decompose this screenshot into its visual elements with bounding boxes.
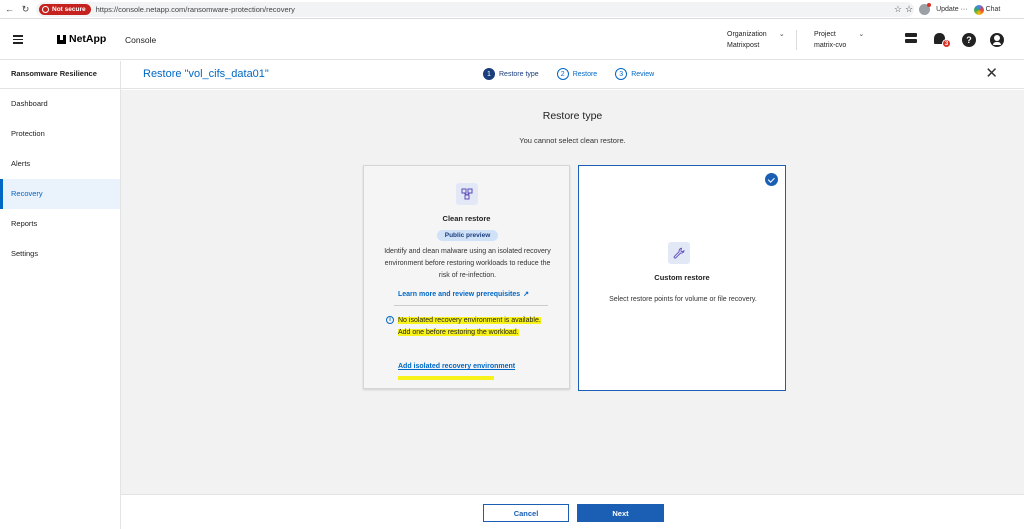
product-name: Console: [125, 35, 157, 45]
add-isolated-environment-link[interactable]: Add isolated recovery environment: [398, 363, 515, 370]
custom-restore-description: Select restore points for volume or file…: [609, 296, 757, 303]
no-environment-warning: No isolated recovery environment is avai…: [398, 315, 548, 339]
chat-label: Chat: [985, 6, 1001, 13]
learn-more-label: Learn more and review prerequisites: [398, 290, 521, 298]
app-header: NetApp Console Organization Matrixpost ⌄…: [0, 20, 1024, 60]
custom-restore-card[interactable]: Custom restore Select restore points for…: [578, 165, 786, 391]
external-link-icon: ↗: [523, 291, 530, 298]
notification-badge: 3: [942, 39, 951, 48]
back-icon[interactable]: ←: [3, 3, 16, 16]
notifications-button[interactable]: 3: [934, 33, 951, 48]
favorites-icon[interactable]: ☆: [905, 4, 913, 15]
sidebar-item-settings[interactable]: Settings: [0, 239, 120, 269]
netapp-logo-mark-icon: [57, 34, 66, 44]
url-text[interactable]: https://console.netapp.com/ransomware-pr…: [96, 5, 295, 14]
step-number: 1: [483, 68, 495, 80]
step-label: Restore: [572, 70, 598, 78]
warning-text: No isolated recovery environment is avai…: [398, 317, 541, 336]
not-secure-chip[interactable]: Not secure: [39, 4, 91, 15]
public-preview-badge: Public preview: [437, 230, 498, 241]
address-bar[interactable]: Not secure https://console.netapp.com/ra…: [36, 2, 914, 17]
learn-more-link[interactable]: Learn more and review prerequisites ↗: [398, 290, 530, 299]
clean-restore-icon: [456, 183, 478, 205]
step-restore-type[interactable]: 1 Restore type: [483, 68, 539, 80]
update-button[interactable]: Update ···: [936, 6, 968, 13]
info-icon: i: [386, 316, 394, 324]
workloads-icon[interactable]: [905, 33, 918, 46]
copilot-icon: [973, 4, 984, 15]
organization-value: Matrixpost: [727, 42, 760, 49]
chevron-down-icon: ⌄: [778, 31, 785, 38]
project-value: matrix-cvo: [814, 42, 847, 49]
wizard-footer: Cancel Next: [121, 494, 1024, 529]
card-divider: [394, 305, 548, 306]
section-heading: Restore type: [542, 110, 603, 122]
step-label: Restore type: [499, 70, 539, 78]
selected-check-icon: [765, 173, 778, 186]
organization-selector[interactable]: Organization Matrixpost ⌄: [727, 29, 785, 51]
help-icon[interactable]: ?: [962, 33, 976, 47]
menu-icon[interactable]: [13, 35, 23, 44]
header-divider: [796, 30, 797, 50]
not-secure-label: Not secure: [52, 6, 86, 13]
step-review[interactable]: 3 Review: [615, 68, 654, 80]
project-selector[interactable]: Project matrix-cvo ⌄: [814, 29, 864, 51]
step-number: 2: [556, 68, 569, 80]
step-number: 3: [615, 68, 628, 80]
organization-label: Organization: [727, 31, 767, 38]
sidebar-item-reports[interactable]: Reports: [0, 209, 120, 239]
step-label: Review: [631, 70, 655, 78]
project-label: Project: [814, 31, 836, 38]
page-title: Restore "vol_cifs_data01": [143, 68, 269, 80]
user-icon[interactable]: [990, 33, 1004, 47]
section-subheading: You cannot select clean restore.: [519, 136, 626, 145]
sidebar-item-alerts[interactable]: Alerts: [0, 149, 120, 179]
sidebar-title: Ransomware Resilience: [0, 61, 120, 89]
profile-avatar[interactable]: [919, 3, 932, 15]
brand-name: NetApp: [69, 33, 107, 45]
chevron-down-icon: ⌄: [858, 31, 865, 38]
browser-toolbar: ← ↻ Not secure https://console.netapp.co…: [0, 0, 1024, 19]
bookmark-star-icon[interactable]: ☆: [894, 4, 902, 15]
highlight-mark: [398, 376, 494, 380]
main-content: Restore type You cannot select clean res…: [121, 90, 1024, 494]
clean-restore-title: Clean restore: [442, 214, 491, 223]
netapp-logo[interactable]: NetApp: [57, 33, 106, 45]
sidebar-item-dashboard[interactable]: Dashboard: [0, 89, 120, 119]
reload-icon[interactable]: ↻: [19, 3, 32, 16]
close-icon[interactable]: ✕: [985, 66, 998, 82]
next-button[interactable]: Next: [577, 504, 664, 522]
wizard-stepper: 1 Restore type 2 Restore 3 Review: [483, 68, 672, 80]
custom-restore-title: Custom restore: [654, 273, 710, 282]
cancel-button[interactable]: Cancel: [483, 504, 569, 522]
sidebar: Ransomware Resilience Dashboard Protecti…: [0, 61, 121, 529]
clean-restore-card: Clean restore Public preview Identify an…: [363, 165, 570, 389]
step-restore[interactable]: 2 Restore: [556, 68, 598, 80]
sidebar-item-protection[interactable]: Protection: [0, 119, 120, 149]
clean-restore-description: Identify and clean malware using an isol…: [384, 248, 551, 279]
wizard-titlebar: Restore "vol_cifs_data01" 1 Restore type…: [121, 61, 1024, 89]
sidebar-item-recovery[interactable]: Recovery: [0, 179, 120, 209]
chat-button[interactable]: Chat: [973, 4, 1001, 15]
custom-restore-icon: [668, 242, 690, 264]
warning-icon: [42, 6, 49, 13]
